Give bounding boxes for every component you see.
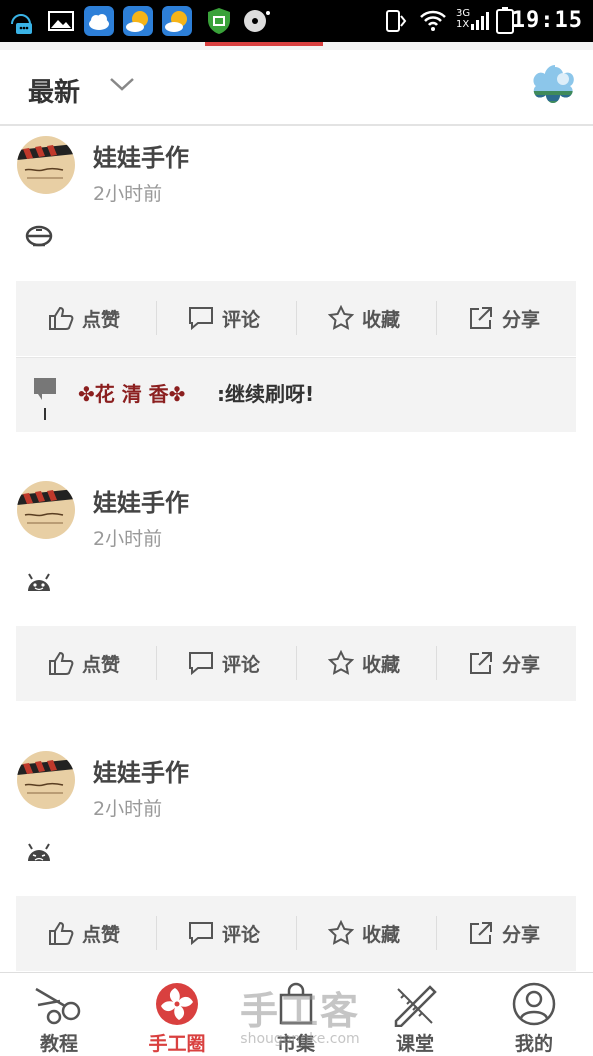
post-author-avatar[interactable] [17,751,75,809]
comment-icon [34,378,56,420]
star-icon [328,305,354,330]
post-author-avatar[interactable] [17,136,75,194]
favorite-button[interactable]: 收藏 [296,626,436,701]
bottom-nav: 教程 手工圈 市集 课堂 我的 [0,972,593,1055]
post-card: 娃娃手作 2小时前 点赞 评论 收藏 分享 [0,741,593,973]
android-smile-emoji [28,573,50,591]
like-label: 点赞 [82,309,121,331]
share-icon [470,652,492,674]
helmet-emoji [25,225,53,247]
post-author-name[interactable]: 娃娃手作 [93,753,189,788]
comment-item[interactable]: ✤花 清 香✤ :继续刷呀! [16,357,576,432]
nav-label: 市集 [276,1033,315,1055]
comment-bubble-icon [189,922,213,946]
nav-label: 我的 [514,1033,553,1055]
share-label: 分享 [502,924,541,946]
network-1x-label: 1X [456,19,470,30]
clock: 19:15 [511,8,583,33]
favorite-button[interactable]: 收藏 [296,896,436,971]
chevron-down-icon[interactable] [108,74,136,94]
pinwheel-icon [156,983,198,1025]
feed-header: 最新 [0,50,593,126]
like-label: 点赞 [82,924,121,946]
comment-text: :继续刷呀! [217,382,315,406]
wifi-icon [418,6,448,36]
post-card: 娃娃手作 2小时前 点赞 评论 收藏 分享 [0,471,593,703]
share-button[interactable]: 分享 [436,896,576,971]
share-button[interactable]: 分享 [436,626,576,701]
post-author-name[interactable]: 娃娃手作 [93,483,189,518]
comment-label: 评论 [222,654,261,676]
network-type: 3G 1X [456,8,470,30]
message-notification-icon [6,6,36,36]
scissors-icon [35,987,81,1025]
share-button[interactable]: 分享 [436,281,576,356]
favorite-label: 收藏 [362,654,401,676]
post-action-bar: 点赞 评论 收藏 分享 [16,281,576,356]
thumbs-up-icon [49,921,74,945]
favorite-label: 收藏 [362,924,401,946]
nav-profile[interactable]: 我的 [475,973,593,1055]
nav-label: 手工圈 [148,1033,206,1055]
share-label: 分享 [502,654,541,676]
status-bar: 3G 1X 19:15 [0,0,593,42]
nav-tutorials[interactable]: 教程 [0,973,118,1055]
android-sad-emoji [28,843,50,861]
post-action-bar: 点赞 评论 收藏 分享 [16,626,576,701]
weather-sun-cloud-icon [123,6,153,36]
user-avatar-button[interactable] [531,65,579,113]
gallery-icon [46,6,76,36]
comment-label: 评论 [222,924,261,946]
user-icon [512,982,556,1026]
comment-bubble-icon [189,307,213,331]
nav-market[interactable]: 市集 [237,973,355,1055]
comment-button[interactable]: 评论 [156,281,296,356]
signal-icon [470,6,490,36]
like-button[interactable]: 点赞 [16,896,156,971]
network-3g-label: 3G [456,8,471,19]
share-icon [470,307,492,329]
nav-label: 教程 [39,1033,78,1055]
vibrate-icon [380,6,410,36]
like-label: 点赞 [82,654,121,676]
tab-indicator [205,42,323,46]
comment-username[interactable]: ✤花 清 香✤ [78,378,185,407]
like-button[interactable]: 点赞 [16,281,156,356]
post-card: 娃娃手作 2小时前 点赞 评论 收藏 分享 [0,126,593,432]
post-timestamp: 2小时前 [93,183,163,205]
star-icon [328,920,354,945]
post-action-bar: 点赞 评论 收藏 分享 [16,896,576,971]
weather-sun-cloud-icon [162,6,192,36]
share-icon [470,922,492,944]
nav-label: 课堂 [395,1033,434,1055]
pencil-ruler-icon [394,985,437,1027]
thumbs-up-icon [49,306,74,330]
nav-classroom[interactable]: 课堂 [356,973,474,1055]
comment-label: 评论 [222,309,261,331]
comment-bubble-icon [189,652,213,676]
favorite-button[interactable]: 收藏 [296,281,436,356]
post-author-avatar[interactable] [17,481,75,539]
feed-filter-dropdown[interactable]: 最新 [28,72,80,109]
favorite-label: 收藏 [362,309,401,331]
disc-icon [241,6,271,36]
like-button[interactable]: 点赞 [16,626,156,701]
thumbs-up-icon [49,651,74,675]
comment-button[interactable]: 评论 [156,896,296,971]
share-label: 分享 [502,309,541,331]
nav-craft-circle[interactable]: 手工圈 [118,973,236,1055]
post-author-name[interactable]: 娃娃手作 [93,138,189,173]
shopping-bag-icon [279,982,313,1025]
star-icon [328,650,354,675]
post-timestamp: 2小时前 [93,798,163,820]
post-timestamp: 2小时前 [93,528,163,550]
comment-button[interactable]: 评论 [156,626,296,701]
weather-cloud-icon [84,6,114,36]
security-shield-icon [204,6,234,36]
tab-strip [0,42,593,50]
